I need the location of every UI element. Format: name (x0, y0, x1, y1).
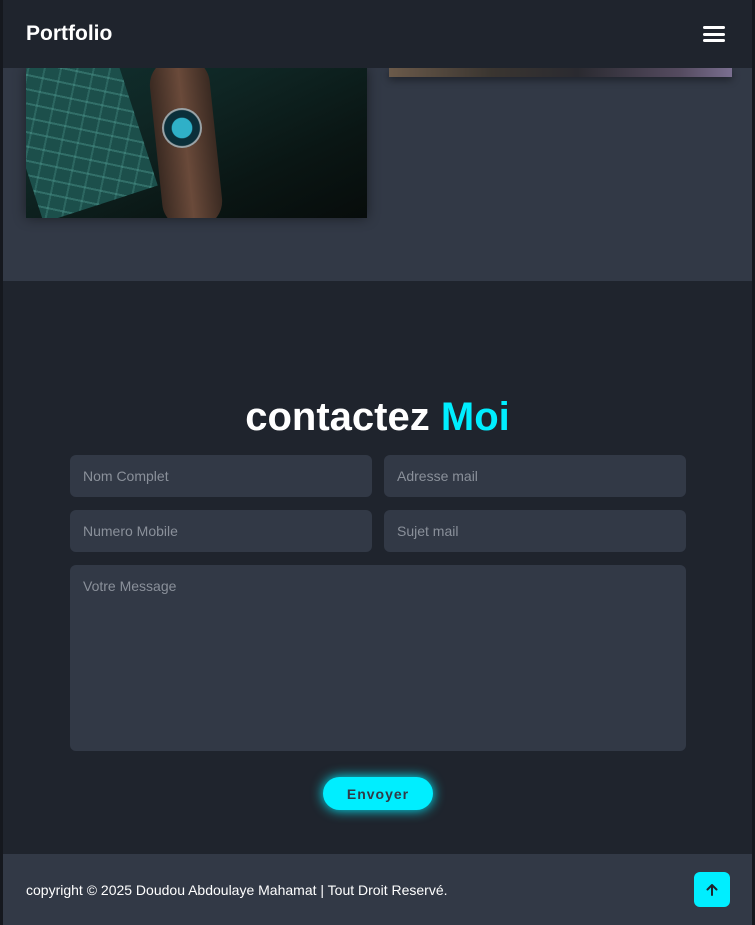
page: Portfolio contactez Moi Envoyer copyrigh… (0, 0, 755, 925)
hamburger-menu-icon[interactable] (701, 23, 727, 45)
site-footer: copyright © 2025 Doudou Abdoulaye Mahama… (3, 854, 752, 925)
copyright-text: copyright © 2025 Doudou Abdoulaye Mahama… (26, 881, 448, 898)
message-textarea[interactable] (70, 565, 686, 751)
contact-title-main: contactez (245, 395, 430, 439)
watch-icon (162, 108, 202, 148)
menu-bar (703, 32, 725, 36)
send-button[interactable]: Envoyer (323, 777, 433, 810)
phone-input[interactable] (70, 510, 372, 552)
contact-title: contactez Moi (3, 395, 752, 440)
subject-input[interactable] (384, 510, 686, 552)
portfolio-item-watch[interactable] (26, 68, 367, 218)
menu-bar (703, 39, 725, 42)
contact-title-accent: Moi (440, 395, 510, 439)
portfolio-item-2[interactable] (389, 68, 732, 77)
arrow-up-icon (706, 883, 718, 896)
back-to-top-button[interactable] (694, 872, 730, 907)
logo[interactable]: Portfolio (26, 22, 112, 46)
menu-bar (703, 26, 725, 29)
email-input[interactable] (384, 455, 686, 497)
contact-section: contactez Moi Envoyer (3, 281, 752, 854)
site-header: Portfolio (3, 0, 752, 68)
portfolio-image-watch (26, 68, 158, 218)
full-name-input[interactable] (70, 455, 372, 497)
